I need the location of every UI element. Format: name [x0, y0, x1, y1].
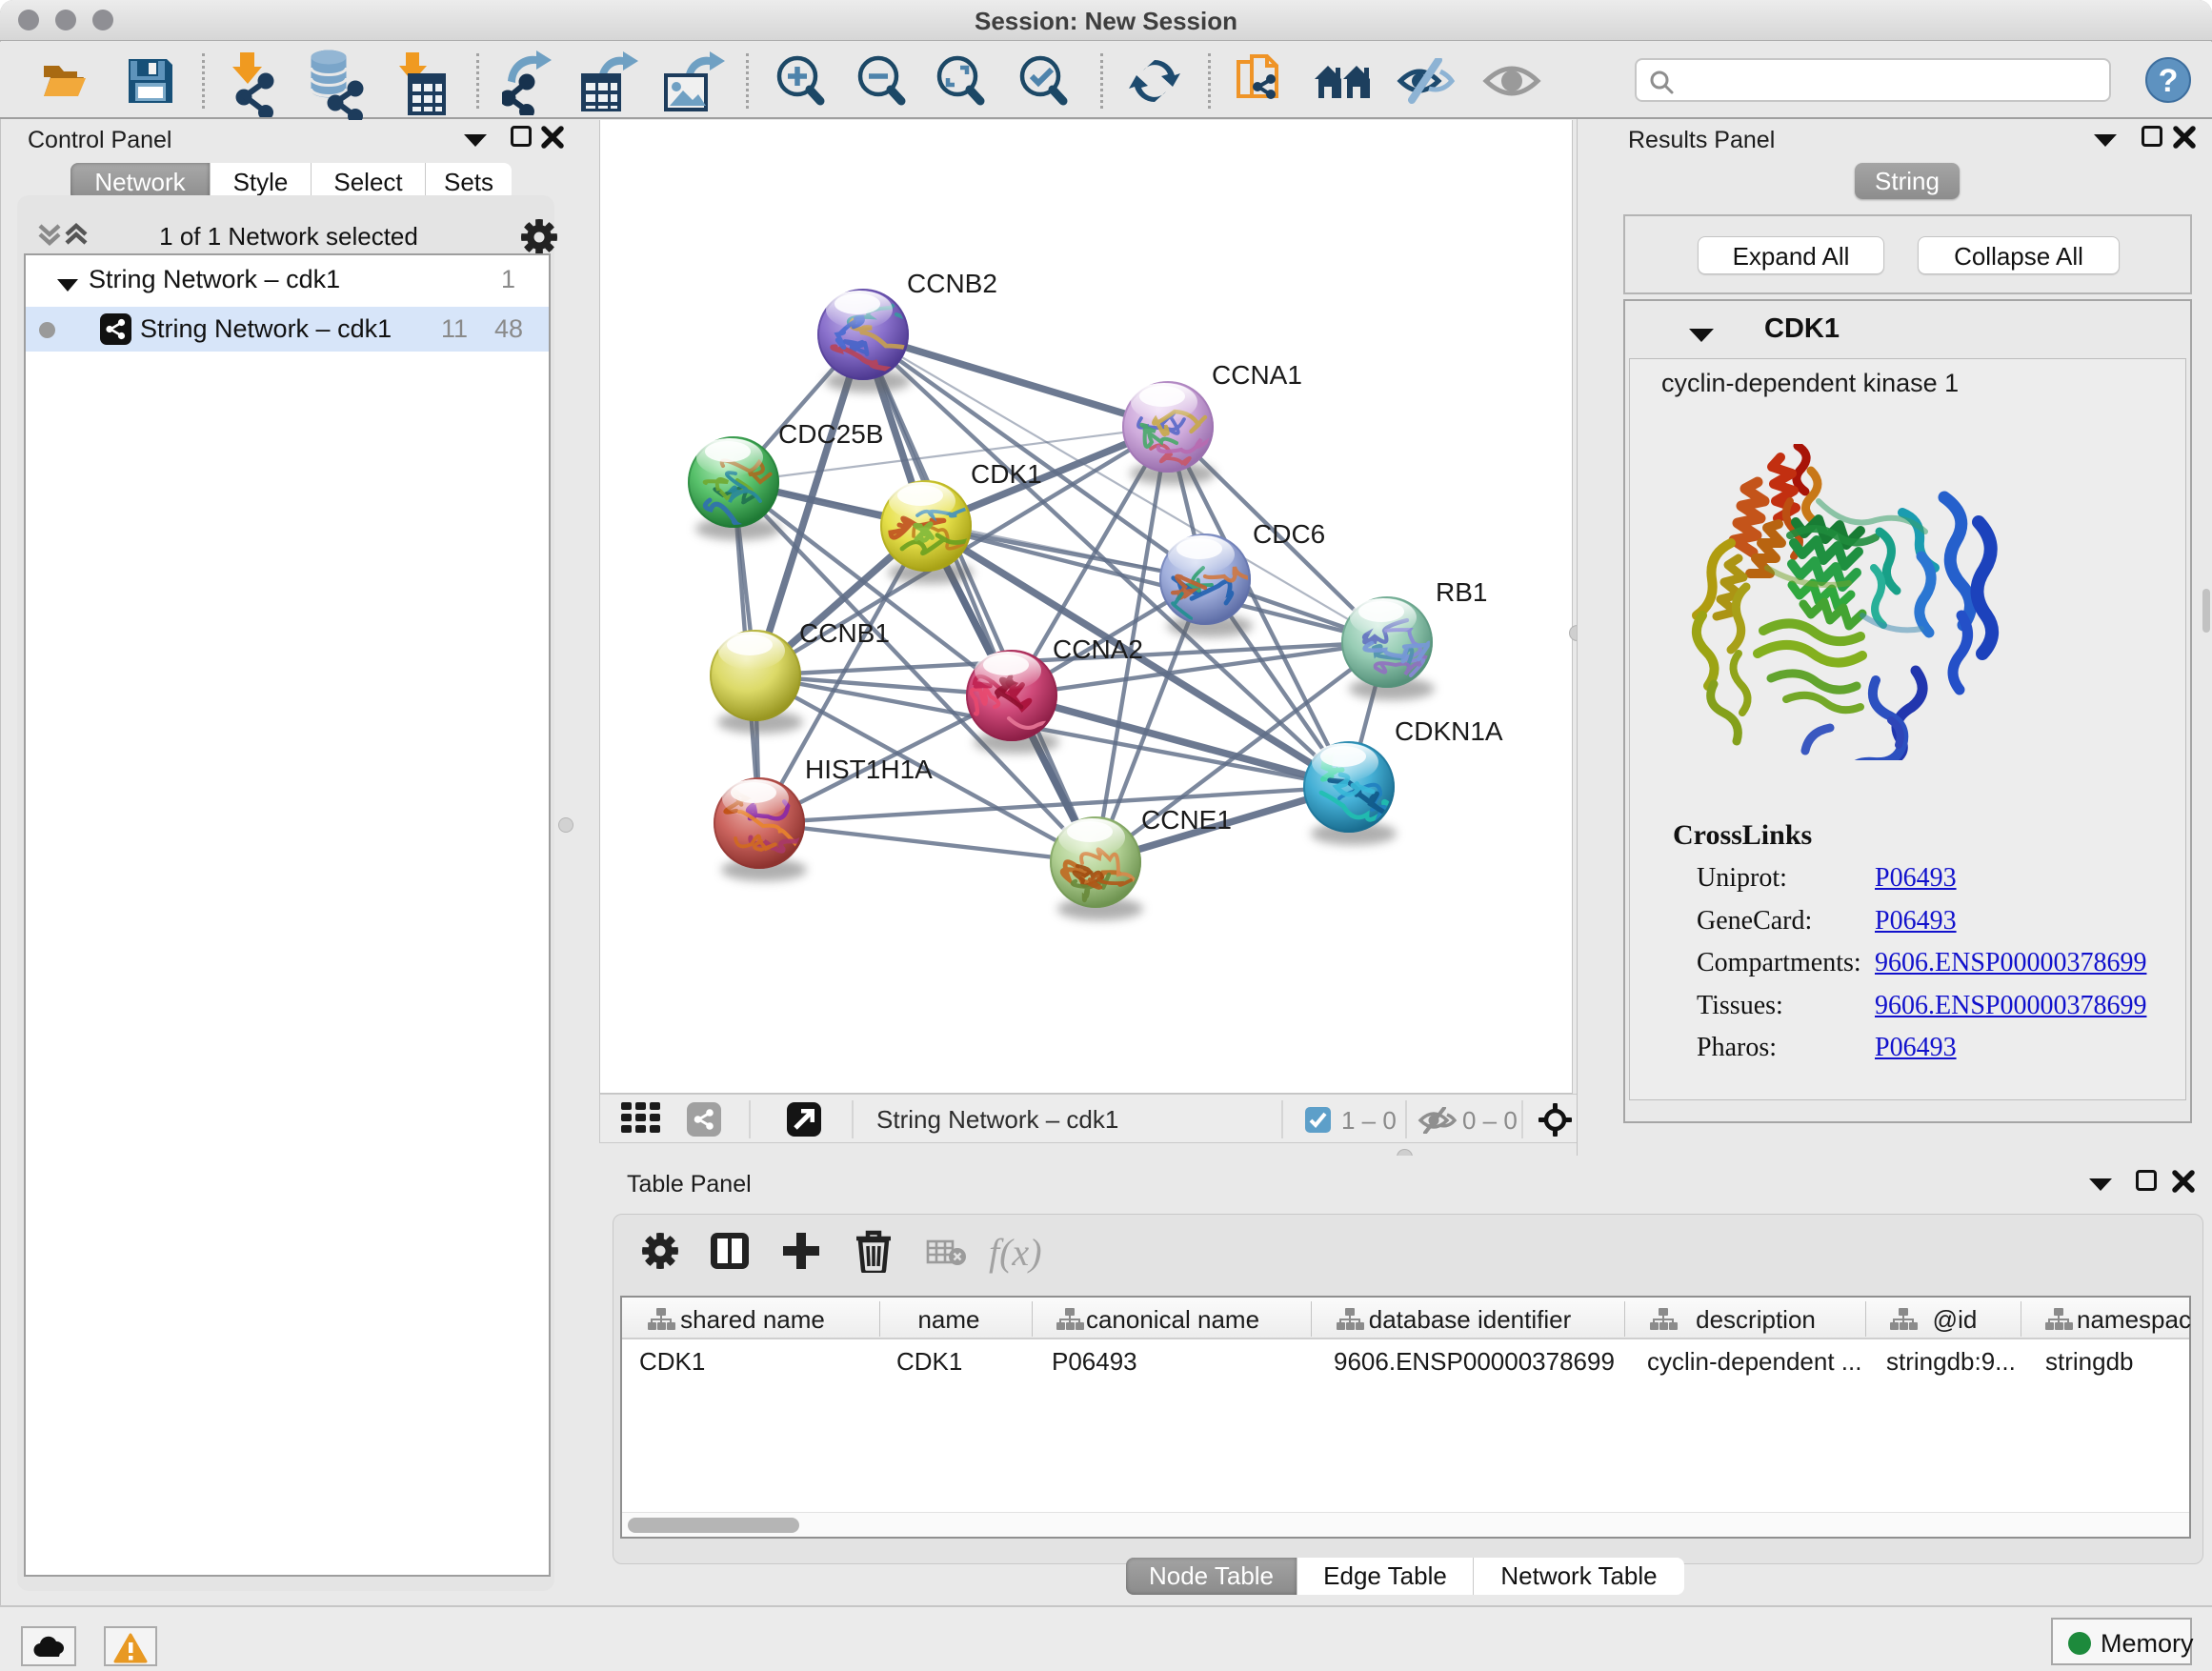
svg-text:CDC25B: CDC25B — [778, 419, 883, 449]
svg-text:CCNB1: CCNB1 — [799, 618, 890, 648]
svg-text:CCNB2: CCNB2 — [907, 269, 997, 298]
svg-text:CDK1: CDK1 — [971, 459, 1042, 489]
svg-text:CDC6: CDC6 — [1253, 519, 1325, 549]
svg-text:RB1: RB1 — [1436, 577, 1487, 607]
svg-text:CCNA2: CCNA2 — [1053, 634, 1143, 664]
svg-text:CCNA1: CCNA1 — [1212, 360, 1302, 390]
svg-text:CDKN1A: CDKN1A — [1395, 716, 1503, 746]
svg-text:CCNE1: CCNE1 — [1141, 805, 1232, 835]
svg-text:HIST1H1A: HIST1H1A — [805, 755, 933, 784]
